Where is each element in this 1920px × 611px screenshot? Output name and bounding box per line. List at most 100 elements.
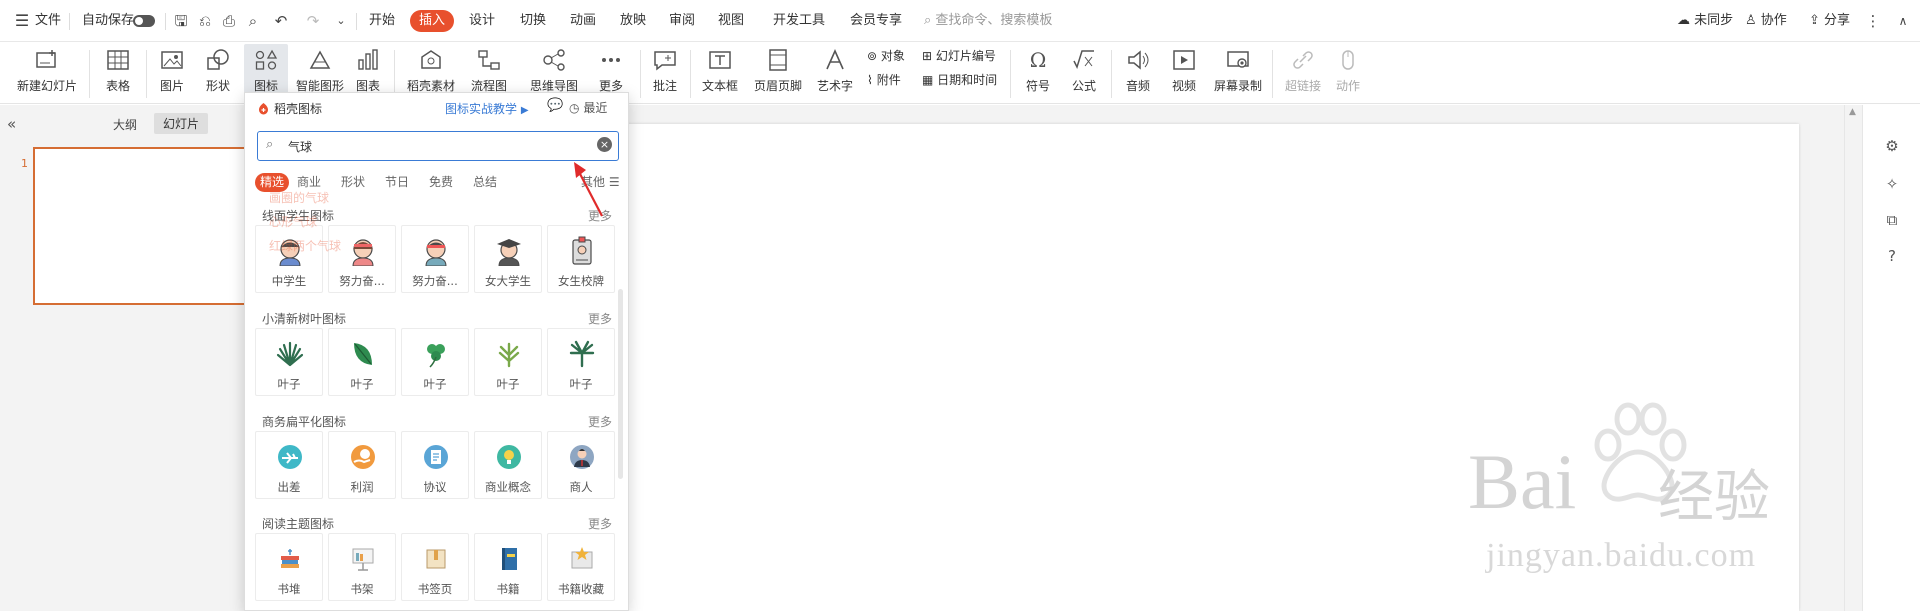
icon-item[interactable]: 叶子 (547, 328, 615, 396)
action-button[interactable]: 动作 (1332, 44, 1364, 102)
tutorial-link[interactable]: 图标实战教学 ▶ (445, 100, 529, 117)
datetime-button[interactable]: ▦ 日期和时间 (922, 70, 997, 90)
icon-item[interactable]: 协议 (401, 431, 469, 499)
icon-search-box[interactable]: ⌕ 气球 × (257, 131, 619, 161)
icon-item[interactable]: 商业概念 (474, 431, 542, 499)
hyperlink-button[interactable]: 超链接 (1280, 44, 1326, 102)
video-button[interactable]: 视频 (1164, 44, 1204, 102)
tab-slides[interactable]: 幻灯片 (154, 113, 209, 134)
slide-number-button[interactable]: ⊞ 幻灯片编号 (922, 46, 996, 66)
recent-button[interactable]: ◷ 最近 (569, 99, 607, 116)
icon-item[interactable]: 女生校牌 (547, 225, 615, 293)
icon-panel-title: 稻壳图标 (274, 102, 323, 116)
object-button[interactable]: ⊚ 对象 (867, 46, 905, 66)
filter-free[interactable]: 免费 (429, 173, 453, 192)
customize-quick-access-icon[interactable]: ⌄ (332, 12, 350, 30)
tab-view[interactable]: 视图 (717, 10, 745, 32)
format-painter-icon[interactable]: ⎌ (196, 12, 214, 30)
collapse-ribbon-icon[interactable]: ∧ (1894, 12, 1912, 30)
filter-summary[interactable]: 总结 (473, 173, 497, 192)
clear-search-icon[interactable]: × (597, 137, 612, 152)
command-search[interactable]: ⌕ 查找命令、搜索模板 (924, 10, 1052, 32)
properties-icon[interactable]: ⚙ (1883, 137, 1901, 155)
search-suggestion[interactable]: 画圈的气球 (269, 189, 329, 206)
icon-item[interactable]: 叶子 (474, 328, 542, 396)
screen-record-button[interactable]: 屏幕录制 (1211, 44, 1265, 102)
symbol-label: 符号 (1025, 79, 1050, 93)
collapse-panel-icon[interactable]: « (7, 115, 16, 133)
print-icon[interactable]: ⎙ (220, 12, 238, 30)
icon-item[interactable]: 叶子 (255, 328, 323, 396)
panel-scrollbar[interactable] (618, 289, 623, 479)
section-more-link[interactable]: 更多 (588, 515, 612, 532)
print-preview-icon[interactable]: ⌕ (244, 12, 262, 30)
tab-member[interactable]: 会员专享 (848, 10, 904, 32)
autosave-toggle[interactable] (133, 15, 155, 27)
transition-icon[interactable]: ⧉ (1883, 211, 1901, 229)
icon-item[interactable]: 书架 (328, 533, 396, 601)
palm-leaf-icon (276, 341, 304, 367)
tab-insert[interactable]: 插入 (410, 10, 454, 32)
sync-label: 未同步 (1694, 13, 1734, 28)
icon-item[interactable]: 书签页 (401, 533, 469, 601)
icon-item[interactable]: 出差 (255, 431, 323, 499)
formula-button[interactable]: 公式 (1064, 44, 1104, 102)
search-suggestion[interactable]: 红绿两个气球 (269, 237, 341, 254)
tab-developer[interactable]: 开发工具 (771, 10, 827, 32)
shape-button[interactable]: 形状 (198, 44, 238, 102)
slide-number: 1 (21, 157, 28, 170)
icon-item[interactable]: 努力奋... (328, 225, 396, 293)
comment-button[interactable]: 批注 (647, 44, 683, 102)
icon-item[interactable]: 书籍 (474, 533, 542, 601)
filter-shape[interactable]: 形状 (341, 173, 365, 192)
help-icon[interactable]: ? (1883, 247, 1901, 265)
icon-item[interactable]: 书堆 (255, 533, 323, 601)
icon-item[interactable]: 叶子 (328, 328, 396, 396)
symbol-button[interactable]: Ω 符号 (1018, 44, 1058, 102)
save-icon[interactable]: 🖫 (172, 12, 190, 30)
picture-button[interactable]: 图片 (154, 44, 190, 102)
icon-item[interactable]: 中学生 (255, 225, 323, 293)
screen-record-label: 屏幕录制 (1213, 79, 1262, 93)
vertical-scrollbar[interactable]: ▲ (1844, 105, 1862, 611)
icon-item[interactable]: 女大学生 (474, 225, 542, 293)
tab-outline[interactable]: 大纲 (113, 116, 137, 133)
more-options-icon[interactable]: ⋮ (1864, 12, 1882, 30)
section-more-link[interactable]: 更多 (588, 413, 612, 430)
leaf-icon (354, 343, 372, 365)
redo-icon[interactable]: ↷ (304, 12, 322, 30)
undo-icon[interactable]: ↶ (272, 12, 290, 30)
tab-animation[interactable]: 动画 (569, 10, 597, 32)
tab-start[interactable]: 开始 (368, 10, 396, 32)
filter-festival[interactable]: 节日 (385, 173, 409, 192)
animation-pin-icon[interactable]: ✧ (1883, 175, 1901, 193)
file-menu[interactable]: 文件 (35, 10, 61, 32)
collab-button[interactable]: ♙ 协作 (1745, 10, 1787, 32)
slide-thumbnail[interactable] (33, 147, 249, 305)
audio-button[interactable]: 音频 (1118, 44, 1158, 102)
icon-item[interactable]: 书籍收藏 (547, 533, 615, 601)
mouse-icon (1342, 50, 1354, 70)
icon-item[interactable]: 商人 (547, 431, 615, 499)
share-button[interactable]: ⇪ 分享 (1809, 10, 1850, 32)
search-suggestion[interactable]: 心形气球 (269, 213, 317, 230)
tab-transition[interactable]: 切换 (519, 10, 547, 32)
tab-design[interactable]: 设计 (468, 10, 496, 32)
wordart-button[interactable]: 艺术字 (811, 44, 859, 102)
tab-slideshow[interactable]: 放映 (619, 10, 647, 32)
attachment-button[interactable]: ⌇ 附件 (867, 70, 901, 90)
icon-item[interactable]: 利润 (328, 431, 396, 499)
new-slide-button[interactable]: 新建幻灯片 (10, 44, 84, 102)
sync-status[interactable]: ☁ 未同步 (1677, 10, 1733, 32)
scroll-up-icon[interactable]: ▲ (1849, 107, 1856, 117)
icon-item[interactable]: 叶子 (401, 328, 469, 396)
header-footer-button[interactable]: 页眉页脚 (752, 44, 804, 102)
table-button[interactable]: 表格 (98, 44, 138, 102)
hamburger-menu-icon[interactable]: ☰ (13, 12, 31, 30)
icon-search-input[interactable]: 气球 (288, 138, 312, 155)
feedback-icon[interactable]: 💬 (547, 98, 563, 113)
textbox-button[interactable]: 文本框 (696, 44, 744, 102)
section-more-link[interactable]: 更多 (588, 310, 612, 327)
tab-review[interactable]: 审阅 (668, 10, 696, 32)
icon-item[interactable]: 努力奋... (401, 225, 469, 293)
